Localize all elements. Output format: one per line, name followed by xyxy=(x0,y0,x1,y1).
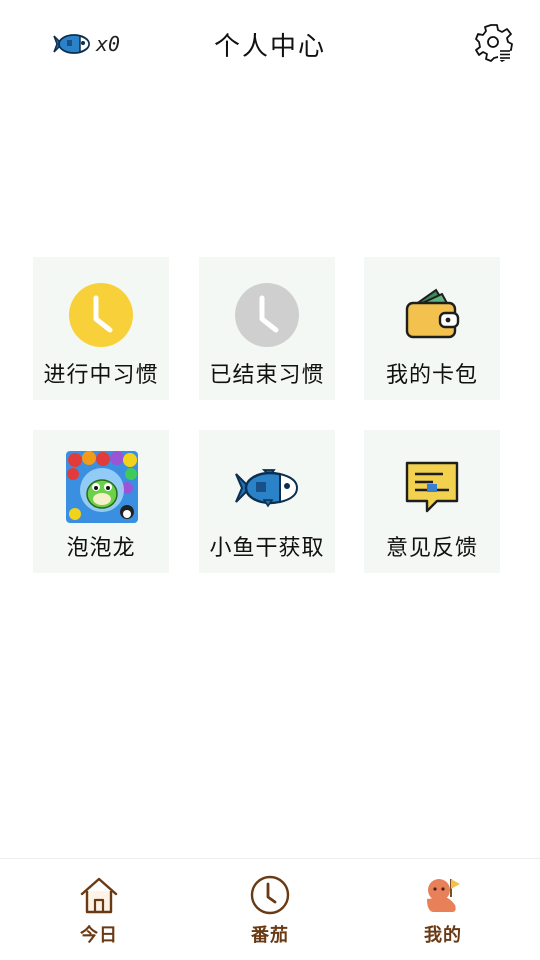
clock-icon xyxy=(250,875,290,915)
nav-item-mine[interactable]: 我的 xyxy=(388,873,498,953)
tile-label: 我的卡包 xyxy=(385,363,478,388)
bottom-nav: 今日 番茄 我的 xyxy=(0,858,540,960)
tile-label: 已结束习惯 xyxy=(209,363,325,388)
bubble-dragon-game-icon xyxy=(65,450,139,524)
wallet-icon xyxy=(398,281,466,349)
tile-get-fish[interactable]: 小鱼干获取 xyxy=(199,430,335,573)
tile-my-wallet[interactable]: 我的卡包 xyxy=(364,257,500,400)
octopus-icon xyxy=(427,879,460,912)
tile-label: 小鱼干获取 xyxy=(209,536,325,561)
clock-yellow-icon xyxy=(67,281,135,349)
nav-label: 今日 xyxy=(80,925,118,946)
clock-gray-icon xyxy=(233,281,301,349)
fish-icon xyxy=(233,454,301,522)
header: x0 个人中心 xyxy=(0,0,540,88)
nav-item-tomato[interactable]: 番茄 xyxy=(215,873,325,953)
settings-button[interactable] xyxy=(474,22,514,62)
tile-label: 泡泡龙 xyxy=(66,536,136,561)
feedback-icon xyxy=(398,454,466,522)
tile-label: 进行中习惯 xyxy=(43,363,159,388)
tile-ended-habits[interactable]: 已结束习惯 xyxy=(199,257,335,400)
tile-bubble-dragon[interactable]: 泡泡龙 xyxy=(33,430,169,573)
tile-active-habits[interactable]: 进行中习惯 xyxy=(33,257,169,400)
gear-icon xyxy=(475,24,513,62)
tile-feedback[interactable]: 意见反馈 xyxy=(364,430,500,573)
page-title: 个人中心 xyxy=(213,32,326,62)
tile-label: 意见反馈 xyxy=(385,536,478,561)
nav-label: 我的 xyxy=(424,925,462,946)
nav-label: 番茄 xyxy=(251,925,289,946)
nav-item-today[interactable]: 今日 xyxy=(44,873,154,953)
house-icon xyxy=(80,877,118,914)
